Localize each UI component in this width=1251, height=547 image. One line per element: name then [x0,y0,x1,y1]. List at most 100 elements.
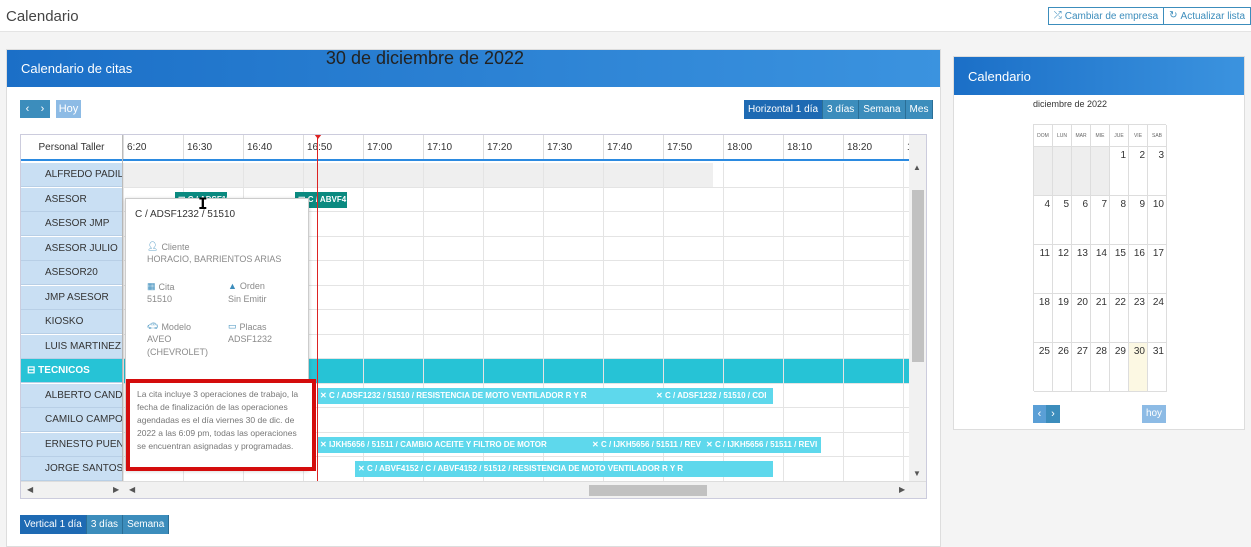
calendar-day[interactable]: 7 [1091,196,1110,245]
resource-label: ASESOR20 [45,267,98,278]
view-week-bottom[interactable]: Semana [123,515,170,534]
resource-label: JMP ASESOR [45,291,109,303]
appointment-event[interactable]: ✕ IJKH5656 / 51511 / CAMBIO ACEITE Y FIL… [317,436,589,453]
calendar-day[interactable]: 25 [1034,343,1053,392]
refresh-list-button[interactable]: ↻ Actualizar lista [1164,7,1251,25]
resource-group[interactable]: ⊟ TECNICOS [21,359,122,383]
calendar-day[interactable]: 16 [1129,245,1148,294]
client-label: 👤︎ Cliente [147,241,189,252]
calendar-empty-cell [1072,147,1091,196]
scroll-up-icon[interactable]: ▲ [913,163,921,172]
prev-button[interactable]: ‹ [20,100,35,118]
vertical-scroll-thumb[interactable] [912,190,924,362]
top-actions: ⤮ Cambiar de empresa ↻ Actualizar lista [1047,7,1251,25]
calendar-day[interactable]: 17 [1148,245,1167,294]
plates-label-text: Placas [239,321,267,332]
calendar-day[interactable]: 31 [1148,343,1167,392]
appointment-label: ▦ Cita [147,281,175,292]
calendar-day[interactable]: 2 [1129,147,1148,196]
calendar-day[interactable]: 1 [1110,147,1129,196]
view-month[interactable]: Mes [905,100,934,119]
calendar-day[interactable]: 22 [1110,294,1129,343]
today-button[interactable]: Hoy [56,100,81,118]
vertical-scrollbar[interactable]: ▲ ▼ [909,135,926,483]
mini-today-button[interactable]: hoy [1142,405,1166,423]
calendar-day[interactable]: 20 [1072,294,1091,343]
appointment-event[interactable]: ✕ C / IJKH5656 / 51511 / REV [589,436,703,453]
calendar-day[interactable]: 5 [1053,196,1072,245]
scroll-down-icon[interactable]: ▼ [913,469,921,478]
schedule-date-title: 30 de diciembre de 2022 [325,48,525,68]
calendar-day[interactable]: 13 [1072,245,1091,294]
appointment-event-label: C / ADSF1232 / 51510 / COI [664,390,767,400]
collapse-icon[interactable]: ⊟ [27,365,38,376]
calendar-day[interactable]: 10 [1148,196,1167,245]
mini-next-button[interactable]: › [1046,405,1060,423]
next-button[interactable]: › [35,100,50,118]
appointment-event-label: C / ABVF4 [307,194,347,204]
appointment-tooltip: C / ADSF1232 / 51510 👤︎ Cliente HORACIO,… [125,198,316,471]
view-vertical-day[interactable]: Vertical 1 día [20,515,87,534]
weekday-header: SAB [1148,125,1167,147]
top-bar: Calendario ⤮ Cambiar de empresa ↻ Actual… [0,0,1251,32]
calendar-day[interactable]: 28 [1091,343,1110,392]
view-3-days-bottom[interactable]: 3 días [86,515,124,534]
calendar-day[interactable]: 6 [1072,196,1091,245]
calendar-empty-cell [1034,147,1053,196]
calendar-day[interactable]: 12 [1053,245,1072,294]
calendar-day[interactable]: 30 [1129,343,1148,392]
resource-label: LUIS MARTINEZ [45,340,121,352]
appointment-event[interactable]: ✕ C / ADSF1232 / 51510 / COI [653,387,773,404]
page-title: Calendario [6,8,79,25]
calendar-day[interactable]: 8 [1110,196,1129,245]
change-company-button[interactable]: ⤮ Cambiar de empresa [1047,7,1165,25]
calendar-day[interactable]: 9 [1129,196,1148,245]
time-tick: 17:20 [483,135,543,159]
appointment-value: 51510 [147,294,173,304]
horizontal-scroll-thumb[interactable] [589,485,707,496]
calendar-day[interactable]: 21 [1091,294,1110,343]
resource-row: ASESOR [21,187,122,212]
tools-icon: ✕ [656,390,665,400]
calendar-day[interactable]: 15 [1110,245,1129,294]
scroll-left-icon[interactable]: ◀ [129,485,135,494]
appointment-event[interactable]: ✕ C / ABVF4152 / C / ABVF4152 / 51512 / … [355,461,773,477]
resource-row: ALFREDO PADILLA [21,163,122,187]
time-tick: 16:40 [243,135,303,159]
calendar-day[interactable]: 18 [1034,294,1053,343]
resource-label: CAMILO CAMPOS [45,414,122,425]
resource-label: ASESOR [45,193,87,205]
view-3-days[interactable]: 3 días [823,100,860,119]
calendar-day[interactable]: 14 [1091,245,1110,294]
appointment-event-label: C / ABVF4152 / C / ABVF4152 / 51512 / RE… [366,464,684,473]
calendar-day[interactable]: 4 [1034,196,1053,245]
weekday-header: MAR [1072,125,1091,147]
scroll-right-icon[interactable]: ▶ [899,485,905,494]
resource-label: ASESOR JULIO [45,242,118,254]
scroll-right-icon[interactable]: ▶ [113,485,119,494]
view-switcher-bottom: Vertical 1 día 3 días Semana [20,515,170,534]
resource-label: ALFREDO PADILLA [45,169,122,180]
resource-row: ALBERTO CANDE [21,383,122,408]
calendar-empty-cell [1091,147,1110,196]
appointment-event[interactable]: ✕ C / ADSF1232 / 51510 / RESISTENCIA DE … [317,387,653,404]
appointment-event-label: IJKH5656 / 51511 / CAMBIO ACEITE Y FILTR… [328,439,547,449]
mini-prev-button[interactable]: ‹ [1033,405,1046,423]
plates-value: ADSF1232 [228,334,273,344]
appointment-event[interactable]: ✕ C / IJKH5656 / 51511 / REVI [703,436,821,453]
calendar-day[interactable]: 27 [1072,343,1091,392]
calendar-day[interactable]: 11 [1034,245,1053,294]
calendar-day[interactable]: 19 [1053,294,1072,343]
resource-header: Personal Taller [21,135,122,161]
calendar-day[interactable]: 26 [1053,343,1072,392]
horizontal-scrollbar[interactable]: ◀ ▶ ◀ ▶ [21,481,926,498]
view-week[interactable]: Semana [859,100,906,119]
plates-label: ▭ Placas [228,321,267,332]
calendar-day[interactable]: 24 [1148,294,1167,343]
calendar-day[interactable]: 3 [1148,147,1167,196]
calendar-day[interactable]: 23 [1129,294,1148,343]
scroll-left-icon[interactable]: ◀ [27,485,33,494]
calendar-day[interactable]: 29 [1110,343,1129,392]
view-horizontal-day[interactable]: Horizontal 1 día [744,100,824,119]
id-card-icon: ▭ [228,321,237,331]
